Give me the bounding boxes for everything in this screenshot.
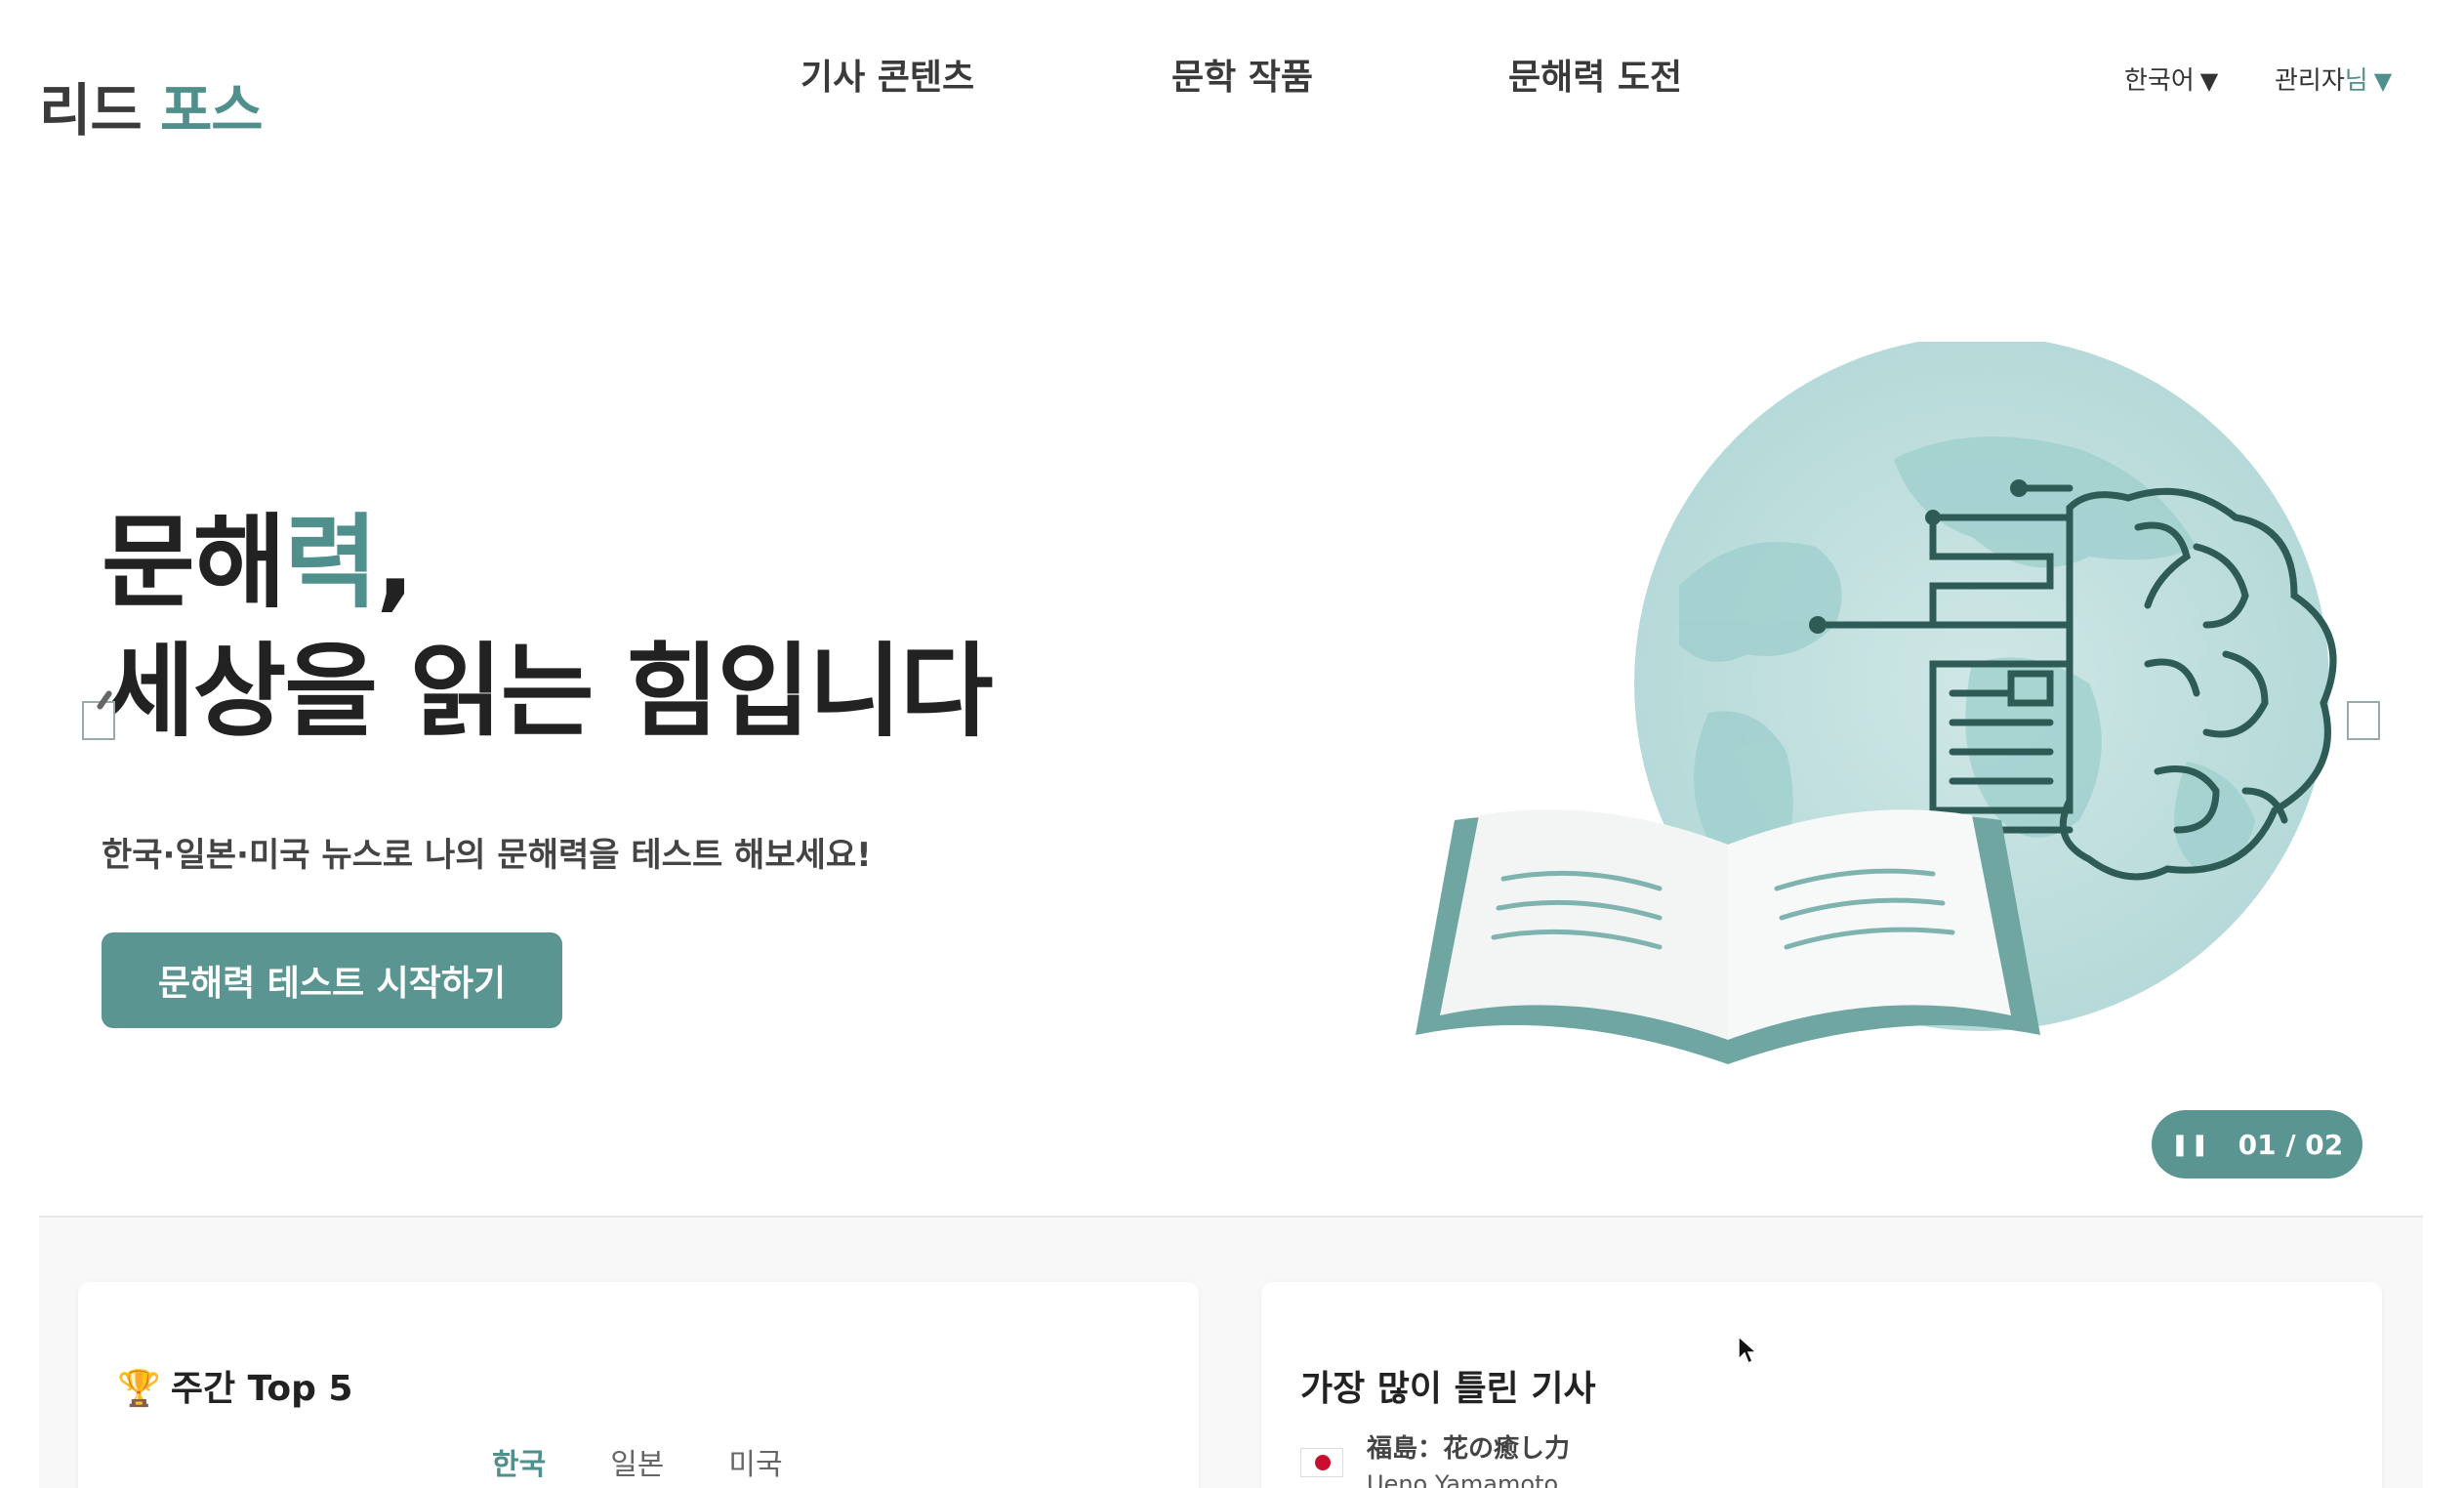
hero-title-comma: , bbox=[376, 503, 414, 622]
article-title: 福島：花の癒し力 bbox=[1367, 1434, 1571, 1464]
language-selector[interactable]: 한국어 ▼ bbox=[2124, 61, 2218, 97]
caret-down-icon: ▼ bbox=[2199, 67, 2219, 95]
hero-carousel: 문해력, 세상을 읽는 힘입니다 한국·일본·미국 뉴스로 나의 문해력을 테스… bbox=[0, 156, 2464, 1217]
user-menu[interactable]: 관리자님 ▼ bbox=[2275, 61, 2392, 97]
pause-icon[interactable]: ❚❚ bbox=[2171, 1133, 2211, 1157]
main-nav: 기사 콘텐츠 문학 작품 문해력 도전 bbox=[0, 49, 2464, 107]
hero-subtitle: 한국·일본·미국 뉴스로 나의 문해력을 테스트 해보세요! bbox=[102, 836, 872, 875]
weekly-top-card: 🏆 주간 Top 5 한국 일본 미국 bbox=[78, 1282, 1199, 1488]
mouse-cursor-icon bbox=[1738, 1336, 1757, 1365]
start-test-button[interactable]: 문해력 테스트 시작하기 bbox=[102, 932, 562, 1028]
article-author: Ueno Yamamoto bbox=[1367, 1470, 1559, 1488]
globe-brain-book-illustration bbox=[1416, 342, 2337, 1064]
pager-count: 01 / 02 bbox=[2238, 1128, 2344, 1161]
weekly-top-title: 🏆 주간 Top 5 bbox=[117, 1360, 352, 1411]
hero-title-accent: 력 bbox=[284, 503, 378, 622]
language-label: 한국어 bbox=[2124, 66, 2195, 96]
nav-item-literature[interactable]: 문학 작품 bbox=[1171, 49, 1313, 100]
nav-item-articles[interactable]: 기사 콘텐츠 bbox=[801, 49, 974, 100]
user-name: 관리자 bbox=[2275, 66, 2345, 96]
carousel-pager[interactable]: ❚❚ 01 / 02 bbox=[2152, 1110, 2362, 1178]
article-text: 福島：花の癒し力 Ueno Yamamoto bbox=[1367, 1428, 1570, 1488]
nav-item-challenge[interactable]: 문해력 도전 bbox=[1508, 49, 1682, 100]
hero-title: 문해력, 세상을 읽는 힘입니다 bbox=[102, 498, 994, 756]
carousel-prev-button[interactable] bbox=[82, 689, 115, 740]
trophy-icon: 🏆 bbox=[117, 1369, 161, 1409]
lower-section: 🏆 주간 Top 5 한국 일본 미국 가장 많이 틀린 기사 福島：花の癒し力 … bbox=[39, 1218, 2423, 1488]
tab-japan[interactable]: 일본 bbox=[610, 1440, 664, 1483]
tab-usa[interactable]: 미국 bbox=[728, 1440, 782, 1483]
most-wrong-card: 가장 많이 틀린 기사 福島：花の癒し力 Ueno Yamamoto bbox=[1261, 1282, 2382, 1488]
tab-korea[interactable]: 한국 bbox=[492, 1440, 546, 1483]
weekly-top-title-text: 주간 Top 5 bbox=[170, 1369, 353, 1409]
hero-title-line2: 세상을 읽는 힘입니다 bbox=[102, 632, 994, 751]
site-header: 리드 포스 기사 콘텐츠 문학 작품 문해력 도전 한국어 ▼ 관리자님 ▼ bbox=[0, 0, 2464, 156]
hero-title-prefix: 문해 bbox=[102, 503, 286, 622]
country-tabs: 한국 일본 미국 bbox=[492, 1440, 783, 1483]
caret-down-icon: ▼ bbox=[2373, 67, 2393, 95]
user-honorific: 님 bbox=[2344, 66, 2368, 96]
list-item[interactable]: 福島：花の癒し力 Ueno Yamamoto bbox=[1300, 1428, 1570, 1488]
japan-flag-icon bbox=[1300, 1448, 1343, 1477]
most-wrong-title: 가장 많이 틀린 기사 bbox=[1300, 1369, 1596, 1409]
